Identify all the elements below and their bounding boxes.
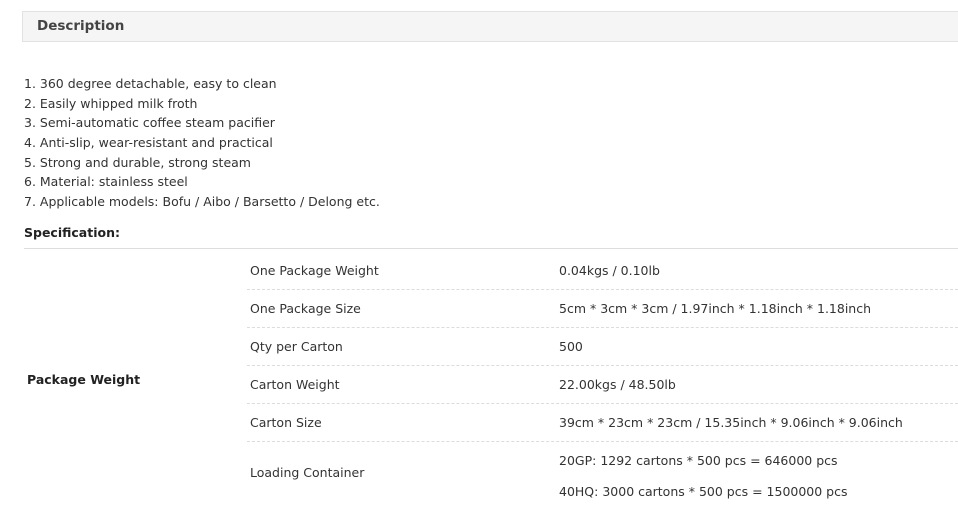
table-row: Qty per Carton 500	[247, 328, 958, 366]
feature-item: 1. 360 degree detachable, easy to clean	[24, 76, 277, 91]
spec-key: Carton Size	[250, 415, 322, 430]
spec-value: 22.00kgs / 48.50lb	[559, 377, 676, 392]
table-row: Loading Container 20GP: 1292 cartons * 5…	[247, 442, 958, 504]
loading-value-line: 20GP: 1292 cartons * 500 pcs = 646000 pc…	[559, 453, 838, 468]
description-tab-header[interactable]: Description	[22, 11, 958, 42]
table-row: Carton Weight 22.00kgs / 48.50lb	[247, 366, 958, 404]
loading-value-line: 40HQ: 3000 cartons * 500 pcs = 1500000 p…	[559, 484, 848, 499]
description-title: Description	[37, 18, 125, 34]
spec-value: 5cm * 3cm * 3cm / 1.97inch * 1.18inch * …	[559, 301, 872, 316]
spec-key: Loading Container	[250, 465, 365, 480]
feature-item: 5. Strong and durable, strong steam	[24, 154, 251, 170]
feature-item: 7. Applicable models: Bofu / Aibo / Bars…	[24, 194, 380, 210]
feature-item: 4. Anti-slip, wear-resistant and practic…	[24, 135, 273, 151]
spec-key: One Package Weight	[250, 263, 379, 278]
specification-divider	[24, 248, 958, 249]
spec-value: 0.04kgs / 0.10lb	[559, 263, 660, 278]
spec-key: One Package Size	[250, 301, 361, 316]
specification-title: Specification:	[24, 225, 120, 240]
spec-key: Carton Weight	[250, 377, 340, 392]
spec-group-label: Package Weight	[27, 372, 141, 387]
feature-item: 2. Easily whipped milk froth	[24, 95, 198, 111]
table-row: One Package Size 5cm * 3cm * 3cm / 1.97i…	[247, 290, 958, 328]
product-description-page: Description 1. 360 degree detachable, ea…	[0, 0, 958, 510]
spec-value: 39cm * 23cm * 23cm / 15.35inch * 9.06inc…	[559, 415, 903, 430]
table-row: Carton Size 39cm * 23cm * 23cm / 15.35in…	[247, 404, 958, 442]
spec-key: Qty per Carton	[250, 339, 343, 354]
spec-value: 500	[559, 339, 583, 354]
spec-table: One Package Weight 0.04kgs / 0.10lb One …	[247, 252, 958, 504]
feature-item: 3. Semi-automatic coffee steam pacifier	[24, 115, 275, 131]
feature-list: 1. 360 degree detachable, easy to clean …	[24, 74, 380, 212]
table-row: One Package Weight 0.04kgs / 0.10lb	[247, 252, 958, 290]
spec-value: 20GP: 1292 cartons * 500 pcs = 646000 pc…	[559, 442, 848, 504]
feature-item: 6. Material: stainless steel	[24, 174, 188, 190]
